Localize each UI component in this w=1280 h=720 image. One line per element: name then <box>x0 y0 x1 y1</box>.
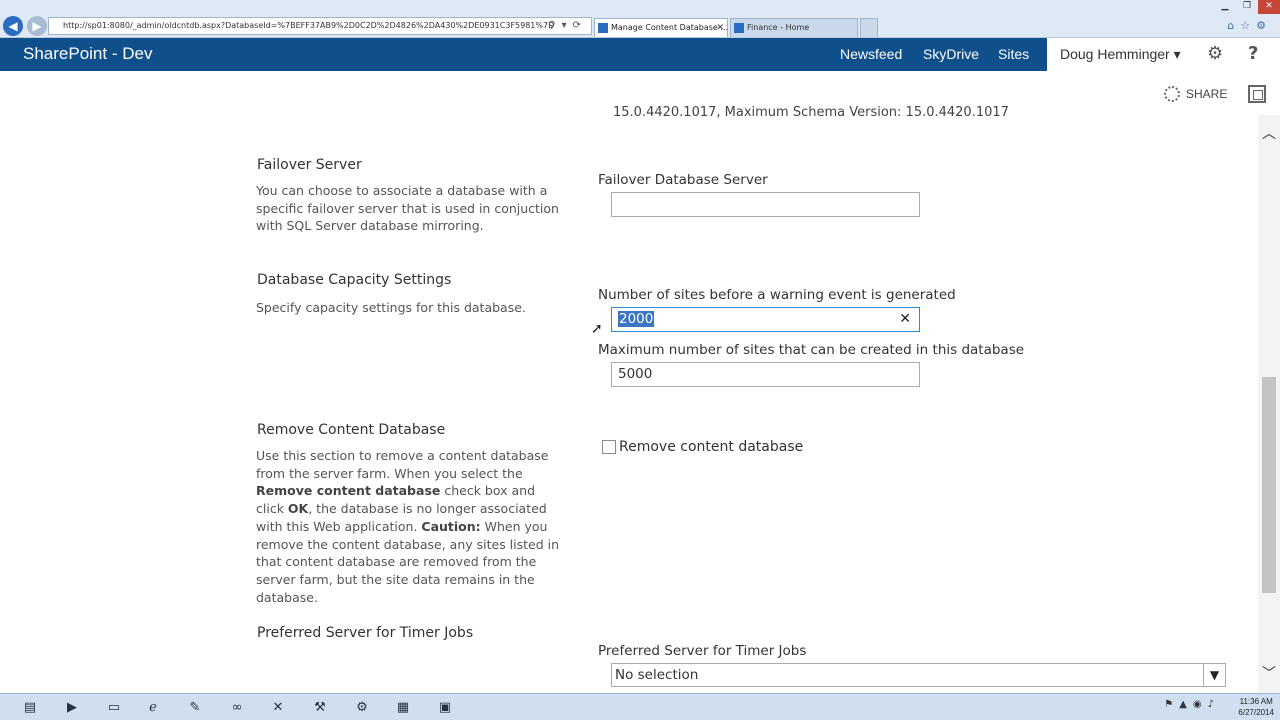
capacity-section-desc: Specify capacity settings for this datab… <box>256 300 526 315</box>
address-text: http://sp01:8080/_admin/oldcntdb.aspx?Da… <box>63 21 555 30</box>
back-button[interactable]: ◀ <box>3 16 23 36</box>
gear-icon[interactable]: ⚙ <box>1207 43 1223 64</box>
new-tab-button[interactable] <box>860 18 878 37</box>
minimize-icon[interactable]: ▁ <box>1214 0 1236 14</box>
suite-link-sites[interactable]: Sites <box>998 46 1029 62</box>
system-tray-icons[interactable]: ⚑▲◉♪ <box>1164 699 1220 710</box>
scrollbar-thumb[interactable] <box>1262 377 1276 593</box>
remove-desc-bold: OK <box>287 501 309 517</box>
help-icon[interactable]: ? <box>1248 43 1258 64</box>
window-controls: ▁ ❐ ✕ <box>1214 0 1280 14</box>
share-label: SHARE <box>1186 87 1228 101</box>
tab-finance-home[interactable]: Finance - Home <box>730 18 858 37</box>
failover-server-input[interactable] <box>611 192 920 217</box>
mouse-cursor-icon: ➚ <box>591 321 603 337</box>
scroll-up-icon[interactable]: ︿ <box>1258 123 1280 143</box>
remove-content-db-checkbox[interactable] <box>602 440 616 454</box>
remove-desc-part: Use this section to remove a content dat… <box>256 448 549 481</box>
remote-desktop-icon[interactable]: ▣ <box>427 696 463 719</box>
chevron-down-icon[interactable]: ▼ <box>1203 664 1225 686</box>
tab-label: Manage Content Database ... <box>611 23 729 32</box>
failover-field-label: Failover Database Server <box>598 172 768 188</box>
failover-section-desc: You can choose to associate a database w… <box>256 183 559 234</box>
warning-sites-value: 2000 <box>618 311 655 327</box>
failover-section-title: Failover Server <box>257 157 362 173</box>
sharepoint-favicon-icon <box>734 23 744 33</box>
main-content: 15.0.4420.1017, Maximum Schema Version: … <box>0 103 1258 693</box>
capacity-section-title: Database Capacity Settings <box>257 272 452 288</box>
suite-link-skydrive[interactable]: SkyDrive <box>923 46 979 62</box>
back-arrow-icon: ◀ <box>8 19 18 33</box>
timer-server-selected: No selection <box>615 667 699 683</box>
visual-studio-icon[interactable]: ∞ <box>219 696 255 719</box>
timer-field-label: Preferred Server for Timer Jobs <box>598 643 807 659</box>
forward-arrow-icon: ▶ <box>32 19 42 33</box>
clock-time: 11:36 AM <box>1239 697 1273 706</box>
notepad-icon[interactable]: ✎ <box>177 696 213 719</box>
forward-button[interactable]: ▶ <box>27 16 47 36</box>
tab-label: Finance - Home <box>747 23 810 32</box>
tools-icon[interactable]: ⚒ <box>302 696 338 719</box>
tool-x-icon[interactable]: ✕ <box>260 696 296 719</box>
remove-section-title: Remove Content Database <box>257 422 446 438</box>
max-sites-label: Maximum number of sites that can be crea… <box>598 342 1025 358</box>
focus-on-content-icon[interactable] <box>1248 85 1266 103</box>
remove-section-desc: Use this section to remove a content dat… <box>256 447 566 606</box>
close-tab-icon[interactable]: ✕ <box>716 19 724 37</box>
windows-taskbar: ▤ ▶ ▭ ℯ ✎ ∞ ✕ ⚒ ⚙ ▦ ▣ ⚑▲◉♪ 11:36 AM 6/27… <box>0 693 1280 720</box>
settings-tool-icon[interactable]: ⚙ <box>344 696 380 719</box>
server-manager-icon[interactable]: ▤ <box>12 696 48 719</box>
share-icon <box>1164 86 1180 102</box>
remove-desc-bold: Caution: <box>421 518 481 534</box>
share-button[interactable]: SHARE <box>1164 86 1227 102</box>
suite-link-newsfeed[interactable]: Newsfeed <box>840 46 902 62</box>
file-explorer-icon[interactable]: ▭ <box>96 696 132 719</box>
internet-explorer-icon[interactable]: ℯ <box>135 696 171 719</box>
site-brand[interactable]: SharePoint - Dev <box>23 44 152 64</box>
warning-sites-input[interactable]: 2000 ✕ <box>611 307 920 332</box>
sharepoint-favicon-icon <box>598 23 608 33</box>
user-area: Doug Hemminger ▾ ⚙ ? <box>1047 38 1280 71</box>
max-sites-input[interactable]: 5000 <box>611 362 920 387</box>
scroll-down-icon[interactable]: ﹀ <box>1258 663 1280 683</box>
tab-manage-content-database[interactable]: Manage Content Database ... ✕ <box>594 18 728 37</box>
close-window-icon[interactable]: ✕ <box>1258 0 1280 14</box>
page-scrollbar[interactable]: ︿ ﹀ <box>1258 115 1280 693</box>
warning-sites-label: Number of sites before a warning event i… <box>598 287 956 303</box>
browser-chrome: ◀ ▶ http://sp01:8080/_admin/oldcntdb.asp… <box>0 0 1280 38</box>
powershell-icon[interactable]: ▶ <box>54 696 90 719</box>
clear-input-icon[interactable]: ✕ <box>899 308 911 331</box>
taskbar-clock[interactable]: 11:36 AM 6/27/2014 <box>1238 696 1274 718</box>
sql-tool-icon[interactable]: ▦ <box>385 696 421 719</box>
browser-toolbar-icons[interactable]: ⌂☆⚙ <box>1227 19 1272 32</box>
restore-icon[interactable]: ❐ <box>1236 0 1258 14</box>
user-menu[interactable]: Doug Hemminger ▾ <box>1060 46 1181 63</box>
schema-version-text: 15.0.4420.1017, Maximum Schema Version: … <box>613 105 1009 120</box>
remove-content-db-label[interactable]: Remove content database <box>619 439 803 455</box>
remove-desc-bold: Remove content database <box>256 483 441 499</box>
address-bar-icons[interactable]: ⚲▾⟳ <box>548 18 587 34</box>
suite-bar: SharePoint - Dev Newsfeed SkyDrive Sites… <box>0 38 1280 71</box>
timer-server-select[interactable]: No selection ▼ <box>611 663 1226 687</box>
clock-date: 6/27/2014 <box>1238 708 1274 717</box>
address-bar[interactable]: http://sp01:8080/_admin/oldcntdb.aspx?Da… <box>48 17 592 35</box>
timer-section-title: Preferred Server for Timer Jobs <box>257 625 474 641</box>
